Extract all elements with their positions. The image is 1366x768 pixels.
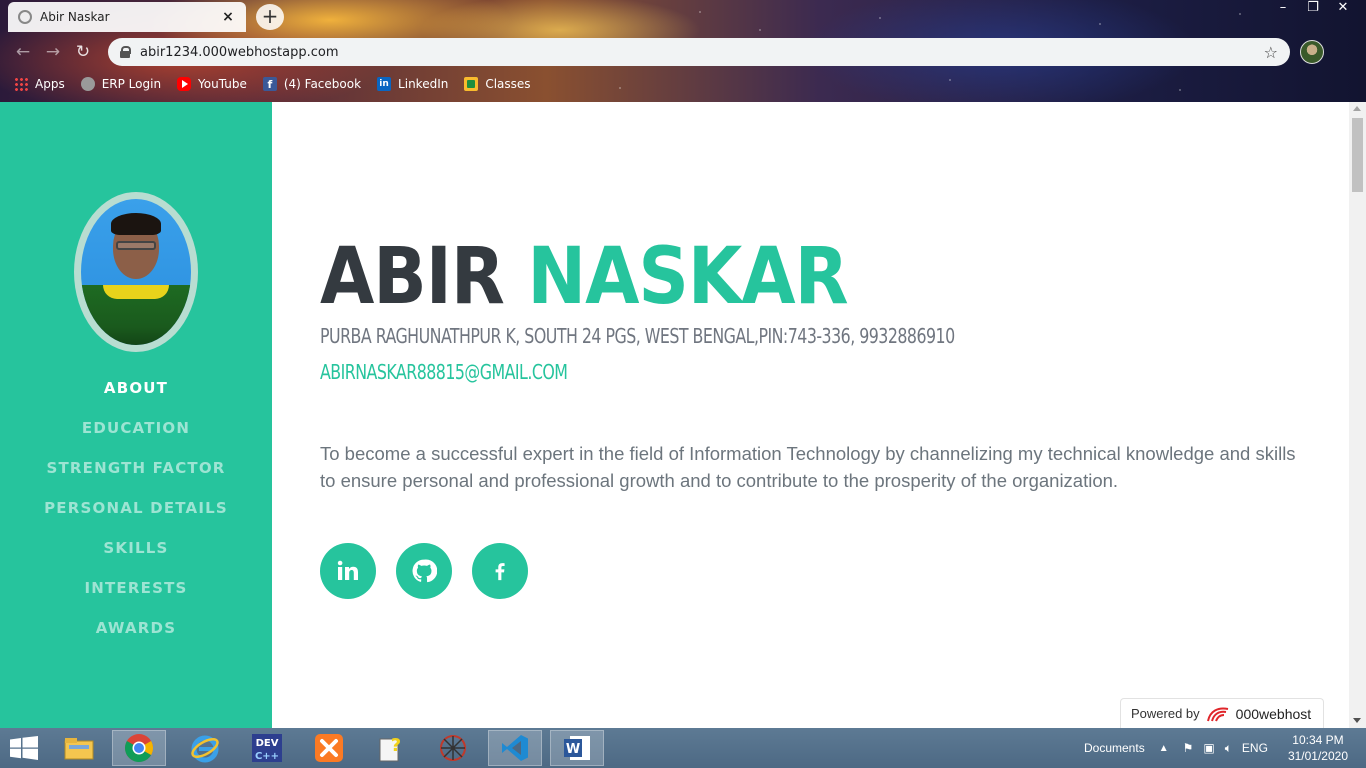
volume-icon[interactable]: 🔈︎ — [1225, 741, 1232, 756]
page-viewport: ABOUT EDUCATION STRENGTH FACTOR PERSONAL… — [0, 102, 1366, 728]
youtube-icon — [177, 77, 192, 91]
google-classroom-icon — [464, 77, 479, 91]
bookmark-facebook[interactable]: f (4) Facebook — [262, 77, 361, 91]
word-icon: W — [564, 736, 590, 760]
system-tray: Documents ▲ ⚑ ▣ 🔈︎ ENG 10:34 PM 31/01/20… — [1084, 728, 1366, 768]
question-note-icon: ? — [379, 735, 401, 762]
action-center-flag-icon[interactable]: ⚑ — [1183, 741, 1194, 755]
nav-awards[interactable]: AWARDS — [0, 616, 272, 656]
network-icon[interactable]: ▣ — [1203, 741, 1214, 755]
taskbar-file-explorer[interactable] — [52, 730, 106, 766]
taskbar-internet-explorer[interactable] — [178, 730, 232, 766]
svg-text:DEV: DEV — [256, 738, 279, 749]
facebook-button[interactable] — [472, 543, 528, 599]
clock-date: 31/01/2020 — [1287, 749, 1348, 763]
taskbar-xampp[interactable] — [302, 730, 356, 766]
close-window-button[interactable]: ✕ — [1328, 0, 1358, 18]
minimize-button[interactable]: – — [1268, 0, 1298, 18]
000webhost-logo-icon — [1206, 707, 1228, 721]
restore-button[interactable]: ❐ — [1298, 0, 1328, 18]
address-bar[interactable]: abir1234.000webhostapp.com ☆ — [108, 38, 1290, 66]
bookmarks-bar: Apps ERP Login YouTube f (4) Facebook in L… — [0, 72, 531, 96]
bookmark-youtube[interactable]: YouTube — [177, 77, 247, 91]
taskbar-vscode[interactable] — [488, 730, 542, 766]
url-text[interactable]: abir1234.000webhostapp.com — [140, 45, 1254, 60]
email-link[interactable]: ABIRNASKAR88815@GMAIL.COM — [320, 360, 568, 384]
input-language[interactable]: ENG — [1242, 741, 1268, 755]
nav-skills[interactable]: SKILLS — [0, 536, 272, 576]
profile-photo — [81, 199, 191, 345]
profile-photo-frame — [74, 192, 198, 352]
social-links — [320, 543, 528, 599]
web-icon — [440, 735, 466, 761]
window-controls: – ❐ ✕ — [1268, 0, 1358, 18]
scroll-up-icon[interactable] — [1353, 106, 1361, 111]
nav-strength-factor[interactable]: STRENGTH FACTOR — [0, 456, 272, 496]
host-badge-label: Powered by — [1131, 706, 1200, 721]
lock-icon[interactable] — [120, 46, 131, 58]
scrollbar-thumb[interactable] — [1352, 118, 1363, 192]
browser-toolbar: ← → ↻ abir1234.000webhostapp.com ☆ — [0, 36, 1366, 68]
facebook-icon — [495, 563, 505, 581]
github-button[interactable] — [396, 543, 452, 599]
taskbar-word[interactable]: W — [550, 730, 604, 766]
nav-personal-details[interactable]: PERSONAL DETAILS — [0, 496, 272, 536]
facebook-icon: f — [262, 77, 277, 91]
address-text: PURBA RAGHUNATHPUR K, SOUTH 24 PGS, WEST… — [320, 324, 955, 348]
clock[interactable]: 10:34 PM 31/01/2020 — [1288, 732, 1348, 764]
host-badge[interactable]: Powered by 000webhost — [1120, 698, 1324, 728]
clock-time: 10:34 PM — [1292, 733, 1344, 747]
page-scrollbar[interactable] — [1349, 102, 1366, 728]
linkedin-icon — [337, 560, 358, 580]
show-hidden-icons-icon[interactable]: ▲ — [1159, 743, 1169, 754]
apps-grid-icon — [14, 77, 28, 91]
windows-taskbar: DEV C++ ? W Documents ▲ ⚑ ▣ 🔈︎ ENG 10:34… — [0, 728, 1366, 768]
internet-explorer-icon — [191, 735, 219, 763]
erp-globe-icon — [80, 77, 95, 91]
linkedin-button[interactable] — [320, 543, 376, 599]
browser-tab[interactable]: Abir Naskar × — [8, 2, 246, 32]
nav-interests[interactable]: INTERESTS — [0, 576, 272, 616]
windows-start-icon[interactable] — [10, 736, 38, 760]
host-badge-brand: 000webhost — [1235, 705, 1312, 722]
bookmark-apps[interactable]: Apps — [14, 77, 65, 91]
svg-text:W: W — [566, 742, 580, 757]
sidebar: ABOUT EDUCATION STRENGTH FACTOR PERSONAL… — [0, 102, 272, 728]
svg-text:?: ? — [391, 735, 401, 756]
back-arrow-icon[interactable]: ← — [8, 42, 38, 62]
last-name: NASKAR — [527, 232, 848, 322]
taskbar-chrome[interactable] — [112, 730, 166, 766]
profile-avatar[interactable] — [1300, 40, 1324, 64]
nav-education[interactable]: EDUCATION — [0, 416, 272, 456]
chrome-icon — [125, 734, 153, 762]
new-tab-button[interactable]: + — [256, 4, 284, 30]
dev-cpp-icon: DEV C++ — [252, 734, 282, 762]
bookmark-linkedin[interactable]: in LinkedIn — [377, 77, 448, 91]
nav-about[interactable]: ABOUT — [0, 376, 272, 416]
browser-chrome: Abir Naskar × + – ❐ ✕ ← → ↻ abir1234.000… — [0, 0, 1366, 102]
sidebar-nav: ABOUT EDUCATION STRENGTH FACTOR PERSONAL… — [0, 376, 272, 656]
github-icon — [412, 559, 437, 583]
bookmark-erp-login[interactable]: ERP Login — [80, 77, 161, 91]
linkedin-icon: in — [377, 77, 392, 91]
first-name: ABIR — [320, 232, 505, 322]
documents-toolbar[interactable]: Documents — [1084, 741, 1145, 755]
forward-arrow-icon[interactable]: → — [38, 42, 68, 62]
svg-text:C++: C++ — [255, 751, 279, 762]
tab-favicon-icon — [18, 10, 32, 24]
vscode-icon — [502, 735, 528, 761]
taskbar-network-app[interactable] — [426, 730, 480, 766]
bookmark-star-icon[interactable]: ☆ — [1264, 43, 1278, 62]
taskbar-help-app[interactable]: ? — [364, 730, 418, 766]
page-title: ABIR NASKAR — [320, 232, 849, 322]
tab-title: Abir Naskar — [40, 10, 110, 24]
xampp-icon — [315, 734, 343, 762]
bookmark-classes[interactable]: Classes — [464, 77, 531, 91]
objective-text: To become a successful expert in the fie… — [320, 443, 1296, 491]
taskbar-dev-cpp[interactable]: DEV C++ — [240, 730, 294, 766]
folder-icon — [64, 738, 94, 760]
tab-close-icon[interactable]: × — [220, 9, 236, 25]
scroll-down-icon[interactable] — [1353, 718, 1361, 723]
reload-icon[interactable]: ↻ — [68, 42, 98, 62]
